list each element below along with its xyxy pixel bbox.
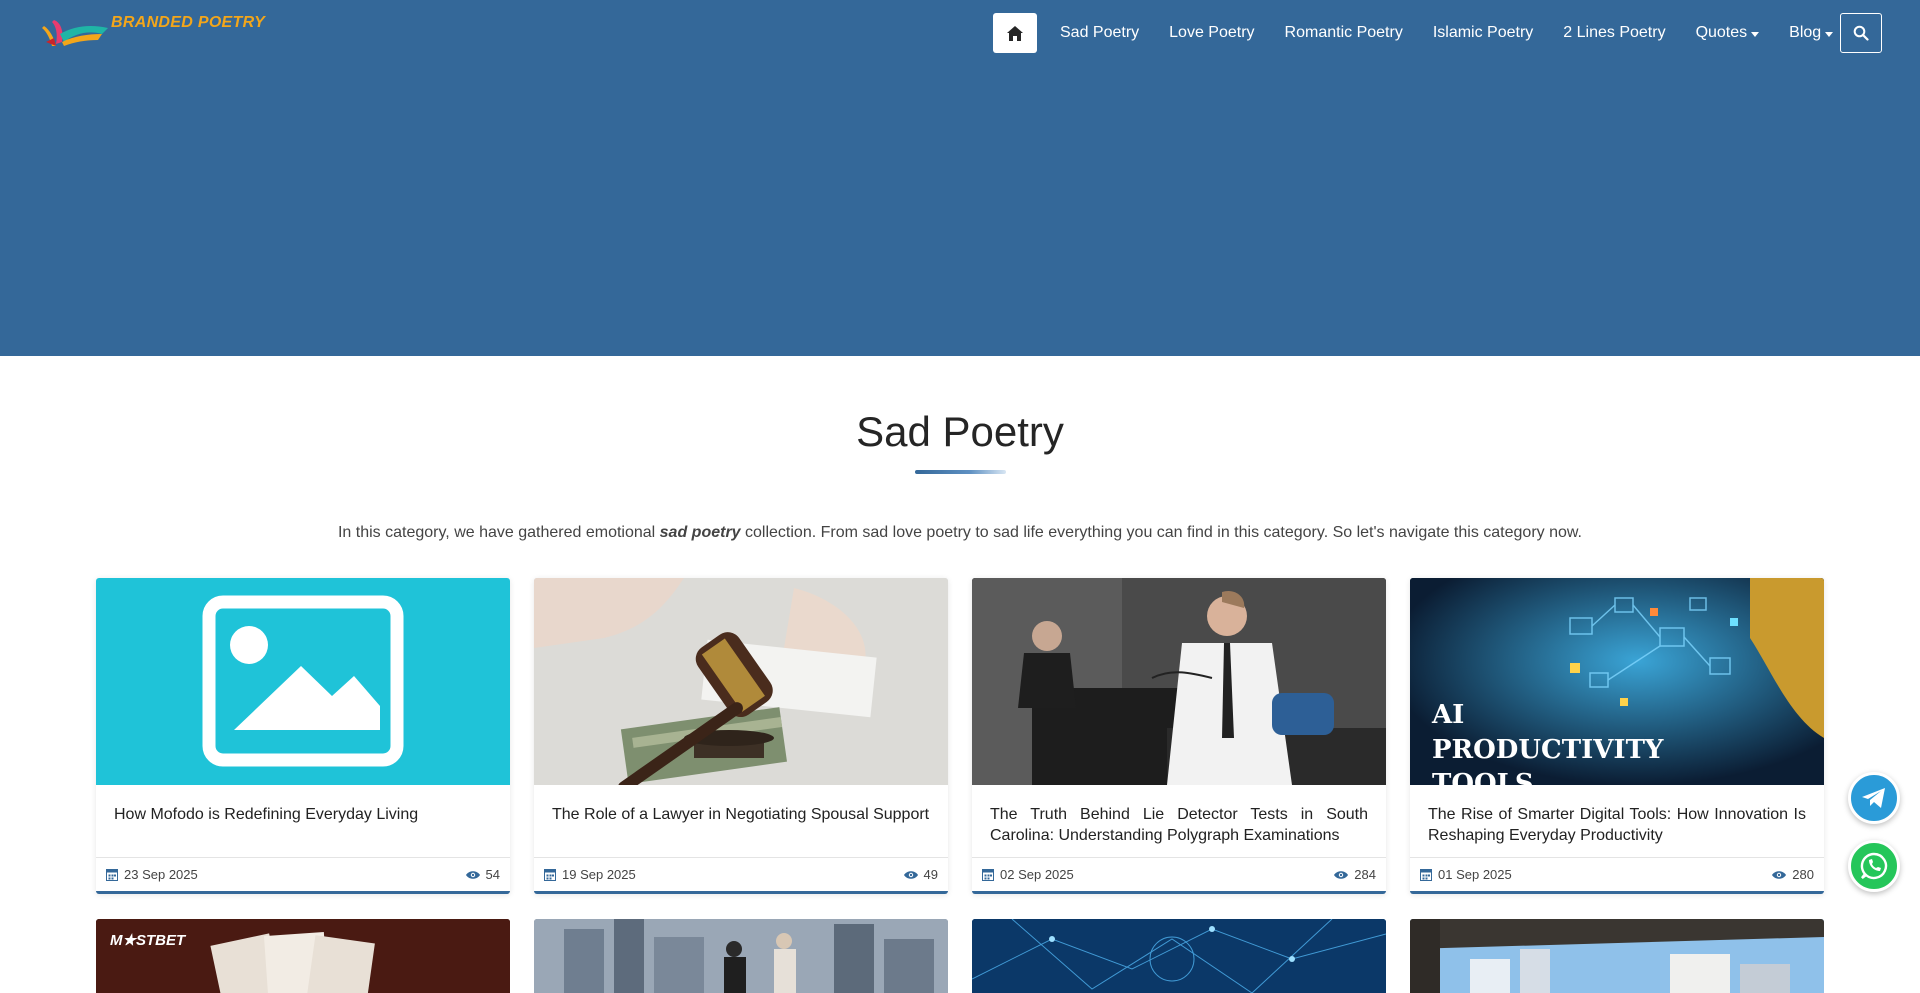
post-views: 49: [923, 867, 938, 882]
category-intro: In this category, we have gathered emoti…: [0, 524, 1920, 542]
post-title[interactable]: The Role of a Lawyer in Negotiating Spou…: [534, 785, 948, 857]
post-card[interactable]: The Role of a Lawyer in Negotiating Spou…: [534, 578, 948, 894]
nav-quotes-label: Quotes: [1695, 24, 1748, 41]
nav-2-lines-poetry[interactable]: 2 Lines Poetry: [1548, 13, 1680, 53]
whatsapp-icon: [1860, 852, 1888, 880]
nav-quotes-dropdown[interactable]: Quotes: [1681, 13, 1775, 53]
post-meta: 01 Sep 2025 280: [1410, 857, 1824, 891]
post-views: 280: [1792, 867, 1814, 882]
nav-islamic-poetry-label: Islamic Poetry: [1432, 24, 1534, 41]
post-title[interactable]: How Mofodo is Redefining Everyday Living: [96, 785, 510, 857]
header-banner: BRANDED POETRY Sad Poetry Love Poetry Ro…: [0, 0, 1920, 356]
post-card-image-casino[interactable]: M★STBET: [96, 919, 510, 993]
city-people-illustration: [534, 919, 948, 993]
image-overlay-text: AI: [1431, 700, 1464, 730]
caret-down-icon: [1751, 31, 1760, 37]
post-card[interactable]: AI PRODUCTIVITY TOOLS The Rise of Smarte…: [1410, 578, 1824, 894]
post-meta: 23 Sep 2025 54: [96, 857, 510, 891]
nav-islamic-poetry[interactable]: Islamic Poetry: [1418, 13, 1548, 53]
post-title-text: The Truth Behind Lie Detector Tests in S…: [990, 806, 1368, 844]
post-card[interactable]: The Truth Behind Lie Detector Tests in S…: [972, 578, 1386, 894]
image-placeholder-icon: [202, 595, 404, 767]
nav-sad-poetry-label: Sad Poetry: [1060, 24, 1140, 41]
post-image-ai-tools[interactable]: AI PRODUCTIVITY TOOLS: [1410, 578, 1824, 785]
ai-productivity-illustration: AI PRODUCTIVITY TOOLS: [1410, 578, 1824, 785]
intro-emphasis: sad poetry: [659, 524, 741, 541]
post-title-text: The Role of a Lawyer in Negotiating Spou…: [552, 806, 930, 823]
nav-blog-label: Blog: [1789, 24, 1822, 41]
building-illustration: [1410, 919, 1824, 993]
nav-romantic-poetry-label: Romantic Poetry: [1284, 24, 1403, 41]
gavel-money-illustration: [534, 578, 948, 785]
eye-icon: [1334, 870, 1349, 879]
telegram-button[interactable]: [1848, 772, 1900, 824]
eye-icon: [903, 870, 918, 879]
nav-romantic-poetry[interactable]: Romantic Poetry: [1270, 13, 1418, 53]
post-views: 284: [1354, 867, 1376, 882]
post-title-text: The Rise of Smarter Digital Tools: How I…: [1428, 806, 1806, 844]
post-date: 23 Sep 2025: [124, 867, 198, 882]
home-button[interactable]: [993, 13, 1037, 53]
book-logo-icon: [40, 12, 112, 52]
post-meta: 02 Sep 2025 284: [972, 857, 1386, 891]
nav-love-poetry[interactable]: Love Poetry: [1154, 13, 1269, 53]
post-meta: 19 Sep 2025 49: [534, 857, 948, 891]
post-title[interactable]: The Rise of Smarter Digital Tools: How I…: [1410, 785, 1824, 857]
post-date: 02 Sep 2025: [1000, 867, 1074, 882]
search-button[interactable]: [1840, 13, 1882, 53]
image-overlay-text: PRODUCTIVITY: [1432, 735, 1664, 765]
post-title-text: How Mofodo is Redefining Everyday Living: [114, 806, 419, 823]
page-title: Sad Poetry: [856, 408, 1064, 455]
post-date: 01 Sep 2025: [1438, 867, 1512, 882]
eye-icon: [1772, 870, 1787, 879]
post-card-image-building[interactable]: [1410, 919, 1824, 993]
image-overlay-text: M★STBET: [110, 932, 187, 949]
post-card-image-network[interactable]: [972, 919, 1386, 993]
post-image-polygraph[interactable]: [972, 578, 1386, 785]
post-image-placeholder[interactable]: [96, 578, 510, 785]
site-logo-text: BRANDED POETRY: [111, 14, 266, 31]
nav-sad-poetry[interactable]: Sad Poetry: [1045, 13, 1154, 53]
post-views: 54: [485, 867, 500, 882]
nav-blog-dropdown[interactable]: Blog: [1774, 13, 1848, 53]
post-card-image-city[interactable]: [534, 919, 948, 993]
post-image-gavel[interactable]: [534, 578, 948, 785]
calendar-icon: [1420, 869, 1432, 881]
network-illustration: [972, 919, 1386, 993]
polygraph-illustration: [972, 578, 1386, 785]
nav-2-lines-poetry-label: 2 Lines Poetry: [1563, 24, 1666, 41]
home-icon: [1007, 25, 1023, 41]
eye-icon: [465, 870, 480, 879]
calendar-icon: [982, 869, 994, 881]
main-nav: Sad Poetry Love Poetry Romantic Poetry I…: [993, 13, 1848, 53]
caret-down-icon: [1825, 31, 1834, 37]
casino-cards-illustration: M★STBET: [96, 919, 510, 993]
calendar-icon: [544, 869, 556, 881]
image-overlay-text: TOOLS: [1432, 769, 1534, 785]
whatsapp-button[interactable]: [1848, 840, 1900, 892]
post-title[interactable]: The Truth Behind Lie Detector Tests in S…: [972, 785, 1386, 857]
search-icon: [1853, 25, 1869, 41]
post-card[interactable]: How Mofodo is Redefining Everyday Living…: [96, 578, 510, 894]
calendar-icon: [106, 869, 118, 881]
telegram-icon: [1862, 788, 1885, 808]
site-logo[interactable]: BRANDED POETRY: [40, 12, 265, 52]
post-date: 19 Sep 2025: [562, 867, 636, 882]
nav-love-poetry-label: Love Poetry: [1169, 24, 1255, 41]
intro-text-before: In this category, we have gathered emoti…: [337, 524, 660, 541]
title-underline: [915, 470, 1006, 474]
intro-text-after: collection. From sad love poetry to sad …: [740, 524, 1582, 541]
